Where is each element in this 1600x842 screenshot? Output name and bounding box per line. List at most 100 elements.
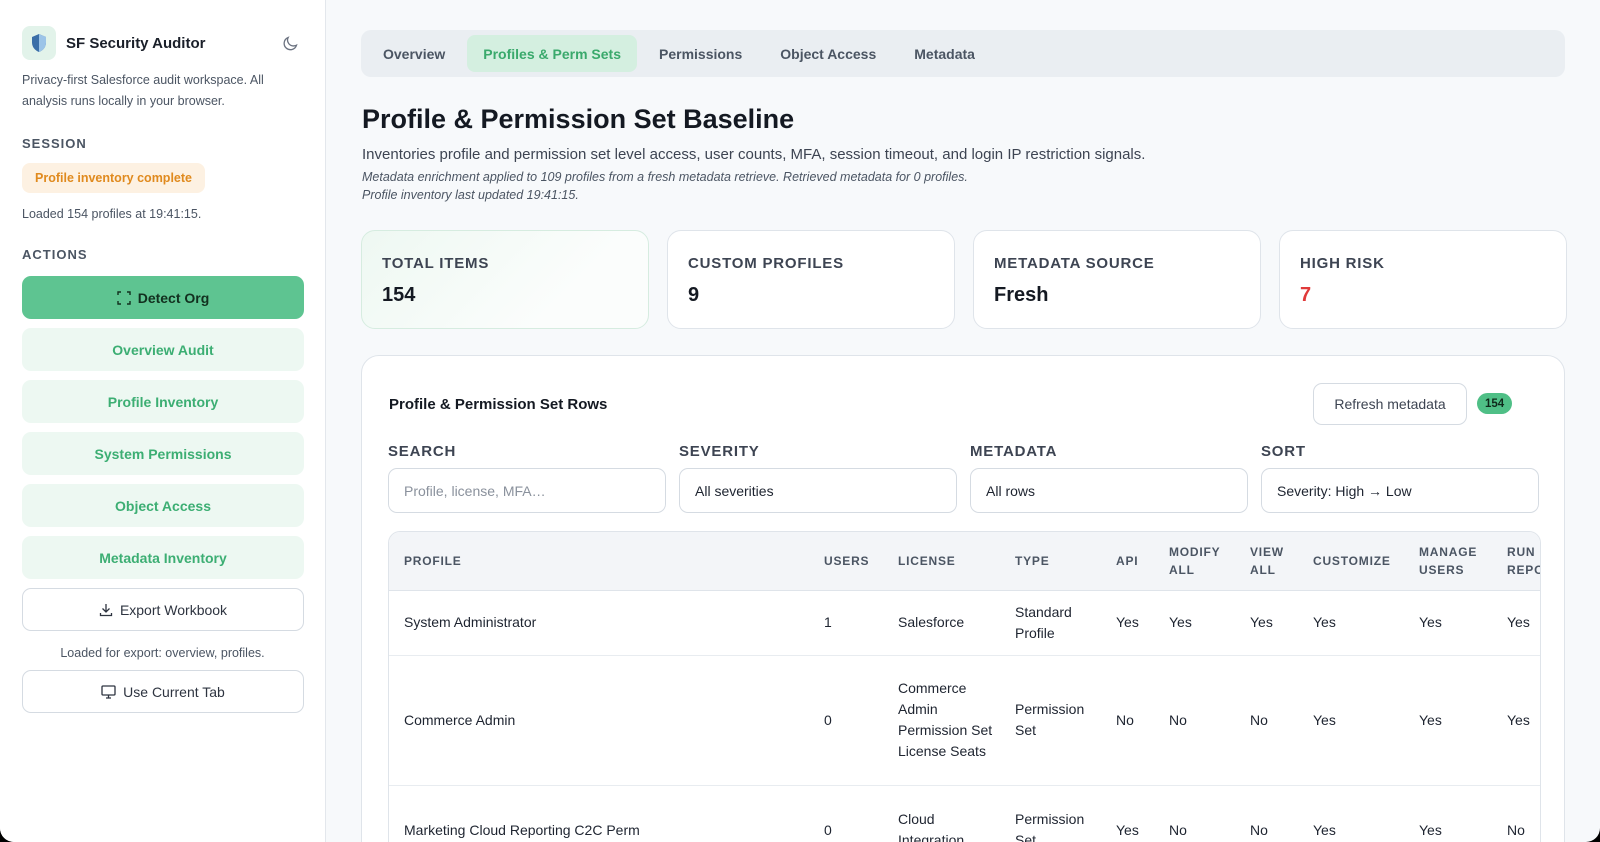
moon-icon[interactable]: [279, 31, 303, 55]
metadata-select[interactable]: All rows: [970, 468, 1248, 513]
cell-view-all: Yes: [1235, 590, 1298, 656]
session-status-badge: Profile inventory complete: [22, 163, 205, 193]
table-row[interactable]: Commerce Admin 0 Commerce Admin Permissi…: [389, 655, 1540, 786]
column-header-api[interactable]: API: [1101, 532, 1154, 590]
stat-label: Total Items: [382, 255, 490, 272]
export-workbook-button[interactable]: Export Workbook: [22, 588, 304, 631]
session-note: Loaded 154 profiles at 19:41:15.: [22, 207, 202, 221]
metadata-enrichment-note: Metadata enrichment applied to 109 profi…: [362, 170, 968, 184]
stat-label: High Risk: [1300, 255, 1385, 272]
search-input[interactable]: [404, 482, 650, 499]
table-row[interactable]: Marketing Cloud Reporting C2C Perm 0 Clo…: [389, 785, 1540, 842]
sort-label: Sort: [1261, 443, 1306, 460]
object-access-button[interactable]: Object Access: [22, 484, 304, 527]
column-header-license[interactable]: License: [883, 532, 1000, 590]
tab-overview[interactable]: Overview: [367, 35, 461, 72]
system-permissions-button[interactable]: System Permissions: [22, 432, 304, 475]
cell-modify-all: Yes: [1154, 590, 1235, 656]
brand: SF Security Auditor: [22, 26, 303, 60]
stat-value: Fresh: [994, 284, 1049, 306]
search-field: [388, 468, 666, 513]
stat-label: Metadata Source: [994, 255, 1155, 272]
download-icon: [99, 603, 113, 617]
cell-modify-all: No: [1154, 655, 1235, 786]
cell-api: No: [1101, 655, 1154, 786]
tab-object-access[interactable]: Object Access: [764, 35, 892, 72]
detect-org-button[interactable]: Detect Org: [22, 276, 304, 319]
tab-profiles-perm-sets[interactable]: Profiles & Perm Sets: [467, 35, 637, 72]
profiles-table-container[interactable]: Profile Users License Type API Modify Al…: [388, 531, 1541, 842]
tab-permissions[interactable]: Permissions: [643, 35, 758, 72]
stat-label: Custom Profiles: [688, 255, 844, 272]
cell-type: Permission Set: [1000, 655, 1101, 786]
export-note: Loaded for export: overview, profiles.: [60, 646, 265, 660]
cell-manage-users: Yes: [1404, 785, 1492, 842]
cell-view-all: No: [1235, 785, 1298, 842]
profiles-table: Profile Users License Type API Modify Al…: [389, 532, 1540, 842]
cell-users: 1: [809, 590, 883, 656]
page-subtitle: Inventories profile and permission set l…: [362, 146, 1146, 163]
cell-type: Standard Profile: [1000, 590, 1101, 656]
column-header-manage-users[interactable]: Manage Users: [1404, 532, 1492, 590]
sort-select[interactable]: Severity: High → Low: [1261, 468, 1539, 513]
stat-card-metadata-source: Metadata Source Fresh: [973, 230, 1261, 329]
detect-org-label: Detect Org: [137, 289, 210, 306]
cell-license: Salesforce: [883, 590, 1000, 656]
column-header-type[interactable]: Type: [1000, 532, 1101, 590]
page-title: Profile & Permission Set Baseline: [362, 104, 795, 134]
cell-customize: Yes: [1298, 590, 1404, 656]
cell-type: Permission Set: [1000, 785, 1101, 842]
severity-filter: Severity All severities: [679, 443, 957, 513]
rows-panel: Profile & Permission Set Rows Refresh me…: [361, 355, 1565, 842]
cell-profile: Commerce Admin: [389, 655, 809, 786]
tab-bar: Overview Profiles & Perm Sets Permission…: [361, 30, 1565, 77]
cell-api: Yes: [1101, 590, 1154, 656]
severity-select[interactable]: All severities: [679, 468, 957, 513]
cell-profile: Marketing Cloud Reporting C2C Perm: [389, 785, 809, 842]
cell-manage-users: Yes: [1404, 655, 1492, 786]
stat-card-custom-profiles: Custom Profiles 9: [667, 230, 955, 329]
cell-license: Commerce Admin Permission Set License Se…: [883, 655, 1000, 786]
column-header-profile[interactable]: Profile: [389, 532, 809, 590]
search-label: Search: [388, 443, 457, 460]
monitor-icon: [101, 684, 116, 699]
stat-value: 154: [382, 284, 416, 306]
cell-users: 0: [809, 655, 883, 786]
row-count-badge: 154: [1477, 393, 1513, 414]
use-current-tab-label: Use Current Tab: [123, 683, 225, 700]
stat-value: 9: [688, 284, 700, 306]
sort-filter: Sort Severity: High → Low: [1261, 443, 1539, 513]
column-header-run-reports[interactable]: Run Reports: [1492, 532, 1540, 590]
use-current-tab-button[interactable]: Use Current Tab: [22, 670, 304, 713]
last-updated-note: Profile inventory last updated 19:41:15.: [362, 188, 579, 202]
column-header-customize[interactable]: Customize: [1298, 532, 1404, 590]
session-heading: SESSION: [22, 136, 87, 151]
metadata-inventory-button[interactable]: Metadata Inventory: [22, 536, 304, 579]
column-header-users[interactable]: Users: [809, 532, 883, 590]
cell-run-reports: Yes: [1492, 655, 1540, 786]
refresh-metadata-button[interactable]: Refresh metadata: [1313, 383, 1467, 425]
cell-modify-all: No: [1154, 785, 1235, 842]
column-header-view-all[interactable]: View All: [1235, 532, 1298, 590]
export-workbook-label: Export Workbook: [119, 601, 228, 618]
cell-view-all: No: [1235, 655, 1298, 786]
stat-card-total-items: Total Items 154: [361, 230, 649, 329]
app-description: Privacy-first Salesforce audit workspace…: [22, 73, 264, 108]
cell-api: Yes: [1101, 785, 1154, 842]
tab-metadata[interactable]: Metadata: [898, 35, 991, 72]
profile-inventory-button[interactable]: Profile Inventory: [22, 380, 304, 423]
main-content: Overview Profiles & Perm Sets Permission…: [327, 0, 1600, 842]
column-header-modify-all[interactable]: Modify All: [1154, 532, 1235, 590]
actions-heading: ACTIONS: [22, 247, 88, 262]
shield-logo-icon: [22, 26, 56, 60]
cell-users: 0: [809, 785, 883, 842]
table-row[interactable]: System Administrator 1 Salesforce Standa…: [389, 590, 1540, 656]
cell-license: Cloud Integration: [883, 785, 1000, 842]
search-filter: Search: [388, 443, 666, 513]
cell-run-reports: Yes: [1492, 590, 1540, 656]
cell-profile: System Administrator: [389, 590, 809, 656]
scan-icon: [117, 290, 131, 305]
overview-audit-button[interactable]: Overview Audit: [22, 328, 304, 371]
cell-customize: Yes: [1298, 785, 1404, 842]
cell-customize: Yes: [1298, 655, 1404, 786]
